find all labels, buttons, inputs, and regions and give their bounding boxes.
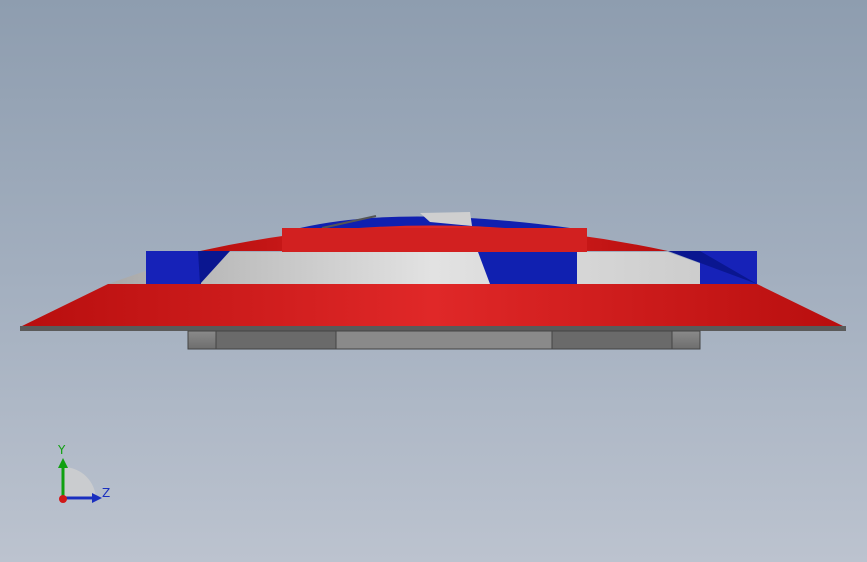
graphics-viewport[interactable]: Y Z bbox=[0, 0, 867, 562]
shield-left-blue-block bbox=[146, 251, 201, 284]
triad-quarter-disc bbox=[63, 467, 96, 500]
shield-lower-red-ring bbox=[20, 284, 845, 327]
triad-x-axis-dot bbox=[59, 495, 67, 503]
shield-rim-edge bbox=[20, 326, 846, 331]
triad-z-arrowhead bbox=[92, 493, 102, 503]
shield-base-segment-center bbox=[335, 330, 553, 350]
triad-y-label: Y bbox=[58, 443, 66, 457]
shield-model[interactable] bbox=[0, 0, 867, 562]
shield-base-segment-right bbox=[551, 330, 673, 350]
triad-z-label: Z bbox=[102, 486, 111, 500]
triad-y-arrowhead bbox=[58, 458, 68, 468]
shield-center-blue bbox=[478, 252, 577, 284]
shield-base-segment-left bbox=[215, 330, 337, 350]
shield-red-band bbox=[282, 228, 587, 252]
